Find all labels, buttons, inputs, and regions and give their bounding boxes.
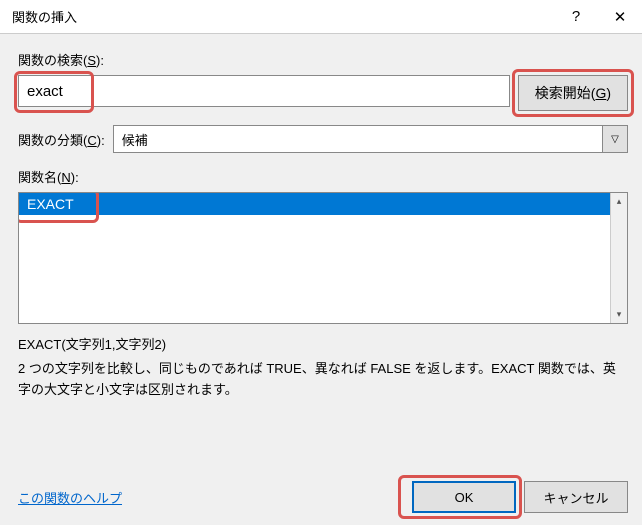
search-row: 検索開始(G)	[18, 75, 628, 111]
cancel-button[interactable]: キャンセル	[524, 481, 628, 513]
help-link[interactable]: この関数のヘルプ	[18, 488, 122, 507]
search-go-button[interactable]: 検索開始(G)	[518, 75, 628, 111]
close-button[interactable]: ✕	[598, 0, 642, 34]
scrollbar[interactable]: ▴ ▾	[610, 193, 627, 323]
search-go-wrap: 検索開始(G)	[518, 75, 628, 111]
function-description: 2 つの文字列を比較し、同じものであれば TRUE、異なれば FALSE を返し…	[18, 359, 628, 401]
help-button[interactable]: ?	[554, 0, 598, 34]
search-label: 関数の検索(S):	[18, 50, 628, 69]
category-select-value: 候補	[113, 125, 602, 153]
function-list-label: 関数名(N):	[18, 167, 628, 186]
function-syntax: EXACT(文字列1,文字列2)	[18, 334, 628, 353]
category-label: 関数の分類(C):	[18, 130, 105, 149]
list-item[interactable]: EXACT	[19, 193, 627, 215]
ok-wrap: OK	[404, 481, 516, 513]
scroll-up-icon[interactable]: ▴	[611, 193, 627, 210]
search-input[interactable]	[18, 75, 510, 107]
function-listbox[interactable]: EXACT ▴ ▾	[18, 192, 628, 324]
chevron-down-icon[interactable]: ▽	[602, 125, 628, 153]
ok-button[interactable]: OK	[412, 481, 516, 513]
category-select[interactable]: 候補 ▽	[113, 125, 628, 153]
scroll-down-icon[interactable]: ▾	[611, 306, 627, 323]
dialog-footer: この関数のヘルプ OK キャンセル	[18, 469, 628, 525]
titlebar: 関数の挿入 ? ✕	[0, 0, 642, 34]
window-title: 関数の挿入	[12, 7, 554, 26]
function-listbox-wrap: EXACT ▴ ▾	[18, 192, 628, 324]
category-row: 関数の分類(C): 候補 ▽	[18, 125, 628, 153]
search-input-wrap	[18, 75, 510, 107]
dialog-content: 関数の検索(S): 検索開始(G) 関数の分類(C): 候補 ▽ 関数名(N):…	[0, 34, 642, 525]
